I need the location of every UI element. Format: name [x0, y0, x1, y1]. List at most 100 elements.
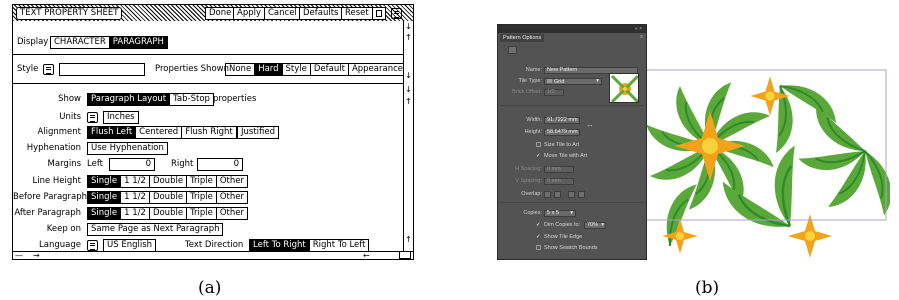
defaults-button[interactable]: Defaults: [299, 7, 343, 20]
units-value[interactable]: Inches: [103, 111, 139, 124]
right-margin-field[interactable]: 0: [197, 158, 243, 171]
dim-copies-field[interactable]: 70% ▾: [584, 222, 606, 229]
option-one-and-half[interactable]: 1 1/2: [121, 176, 150, 187]
dim-copies-label: Dim Copies to:: [544, 222, 581, 228]
tab-paragraph[interactable]: PARAGRAPH: [109, 37, 167, 48]
alignment-options: Flush Left Centered Flush Right: [87, 126, 237, 139]
caption-a: (a): [198, 278, 222, 298]
tile-type-label: Tile Type:: [518, 78, 542, 84]
reset-button[interactable]: Reset: [341, 7, 373, 20]
option-single[interactable]: Single: [88, 176, 122, 187]
option-other[interactable]: Other: [217, 176, 247, 187]
checkmark-icon: ✓: [536, 222, 541, 228]
dim-copies-checkbox[interactable]: ✓ Dim Copies to:: [536, 222, 580, 229]
pattern-preview: [640, 66, 890, 260]
hyphenation-value[interactable]: Use Hyphenation: [87, 142, 168, 155]
overlap-bottom-icon[interactable]: [578, 191, 585, 198]
option-flush-left[interactable]: Flush Left: [88, 127, 137, 138]
option-double[interactable]: Double: [150, 176, 188, 187]
window-close-icon[interactable]: [372, 7, 386, 20]
scroll-left-icon[interactable]: ←: [363, 252, 370, 260]
before-paragraph-label: Before Paragraph: [13, 192, 88, 202]
name-label: Name:: [525, 67, 542, 73]
margins-label: Margins: [47, 159, 81, 169]
scroll-right-icon[interactable]: →: [33, 252, 40, 260]
language-menu-icon[interactable]: [87, 240, 98, 251]
caption-b: (b): [695, 278, 720, 298]
window-menu-icon[interactable]: [391, 8, 402, 19]
display-label: Display: [17, 37, 49, 47]
left-margin-field[interactable]: 0: [109, 158, 155, 171]
done-button[interactable]: Done: [205, 7, 236, 20]
size-tile-to-art-checkbox[interactable]: Size Tile to Art: [536, 142, 579, 149]
scroll-down-icon[interactable]: ↓: [404, 85, 413, 94]
option-right-to-left[interactable]: Right To Left: [310, 240, 369, 251]
overlap-left-icon[interactable]: [544, 191, 551, 198]
option-appearance[interactable]: Appearance: [349, 64, 406, 75]
cancel-button[interactable]: Cancel: [264, 7, 301, 20]
overlap-right-icon[interactable]: [554, 191, 561, 198]
overlap-top-icon[interactable]: [568, 191, 575, 198]
brick-offset-field: 1/2: [544, 89, 564, 96]
option-paragraph-layout[interactable]: Paragraph Layout: [88, 94, 171, 105]
option-style[interactable]: Style: [283, 64, 311, 75]
option-centered[interactable]: Centered: [136, 127, 183, 138]
option-triple[interactable]: Triple: [187, 176, 217, 187]
option-none[interactable]: None: [226, 64, 256, 75]
option-flush-right[interactable]: Flush Right: [182, 127, 236, 138]
option-double[interactable]: Double: [150, 208, 188, 219]
copies-select[interactable]: 5 x 5 ▾: [544, 210, 576, 217]
scroll-up-icon[interactable]: ↑: [404, 33, 413, 42]
pattern-tile-tool-icon[interactable]: [508, 46, 517, 54]
vertical-scrollbar[interactable]: ↓ ↑ ↑: [403, 83, 413, 251]
panel-title-bar[interactable]: [498, 25, 646, 33]
checkmark-icon: ✓: [536, 153, 541, 159]
pattern-options-panel: « × Pattern Options ≡ Name: New Pattern …: [497, 24, 647, 260]
style-field[interactable]: [59, 63, 145, 76]
chevron-down-icon: ▾: [570, 210, 573, 216]
option-single[interactable]: Single: [88, 192, 122, 203]
scroll-corner[interactable]: [399, 251, 411, 259]
units-menu-icon[interactable]: [87, 112, 98, 123]
move-tile-with-art-checkbox[interactable]: ✓ Move Tile with Art: [536, 153, 587, 160]
tile-type-select[interactable]: Grid ▾: [544, 78, 602, 85]
option-left-to-right[interactable]: Left To Right: [250, 240, 310, 251]
option-hard[interactable]: Hard: [255, 64, 283, 75]
option-tab-stop[interactable]: Tab-Stop: [170, 94, 213, 105]
style-menu-icon[interactable]: [43, 64, 54, 75]
chevron-down-icon: ▾: [601, 222, 604, 228]
option-one-and-half[interactable]: 1 1/2: [121, 192, 150, 203]
height-field[interactable]: 58.6479 mm: [544, 129, 580, 136]
scroll-up-icon[interactable]: ↑: [404, 97, 413, 106]
option-default[interactable]: Default: [311, 64, 349, 75]
tab-character[interactable]: CHARACTER: [51, 37, 110, 48]
panel-menu-icon[interactable]: ≡: [640, 34, 643, 40]
option-triple[interactable]: Triple: [187, 192, 217, 203]
after-paragraph-label: After Paragraph: [14, 208, 81, 218]
collapse-icon[interactable]: « ×: [635, 26, 642, 32]
scroll-down-icon[interactable]: ↓: [404, 22, 413, 31]
apply-button[interactable]: Apply: [233, 7, 265, 20]
height-label: Height:: [524, 129, 542, 135]
link-chain-icon[interactable]: ↔: [586, 120, 594, 129]
option-single[interactable]: Single: [88, 208, 122, 219]
show-swatch-bounds-checkbox[interactable]: Show Swatch Bounds: [536, 245, 598, 252]
window-title: TEXT PROPERTY SHEET: [16, 7, 123, 20]
size-tile-to-art-label: Size Tile to Art: [544, 142, 580, 148]
option-other[interactable]: Other: [217, 192, 247, 203]
before-paragraph-options: Single 1 1/2 Double Triple Other: [87, 191, 248, 204]
hyphenation-label: Hyphenation: [26, 143, 81, 153]
width-field[interactable]: 91.7222 mm: [544, 117, 580, 124]
option-one-and-half[interactable]: 1 1/2: [121, 208, 150, 219]
vertical-scrollbar-top[interactable]: ↓ ↑ ↓: [403, 21, 413, 83]
keep-on-value[interactable]: Same Page as Next Paragraph: [87, 223, 224, 236]
option-other[interactable]: Other: [217, 208, 247, 219]
option-double[interactable]: Double: [150, 192, 188, 203]
tab-pattern-options[interactable]: Pattern Options: [500, 34, 544, 42]
option-justified[interactable]: Justified: [237, 126, 279, 139]
horizontal-scrollbar[interactable]: — → ←: [13, 251, 413, 260]
scroll-left-icon[interactable]: —: [15, 252, 23, 260]
option-triple[interactable]: Triple: [187, 208, 217, 219]
pattern-thumbnail-art: [610, 74, 638, 102]
show-tile-edge-checkbox[interactable]: ✓ Show Tile Edge: [536, 234, 582, 241]
